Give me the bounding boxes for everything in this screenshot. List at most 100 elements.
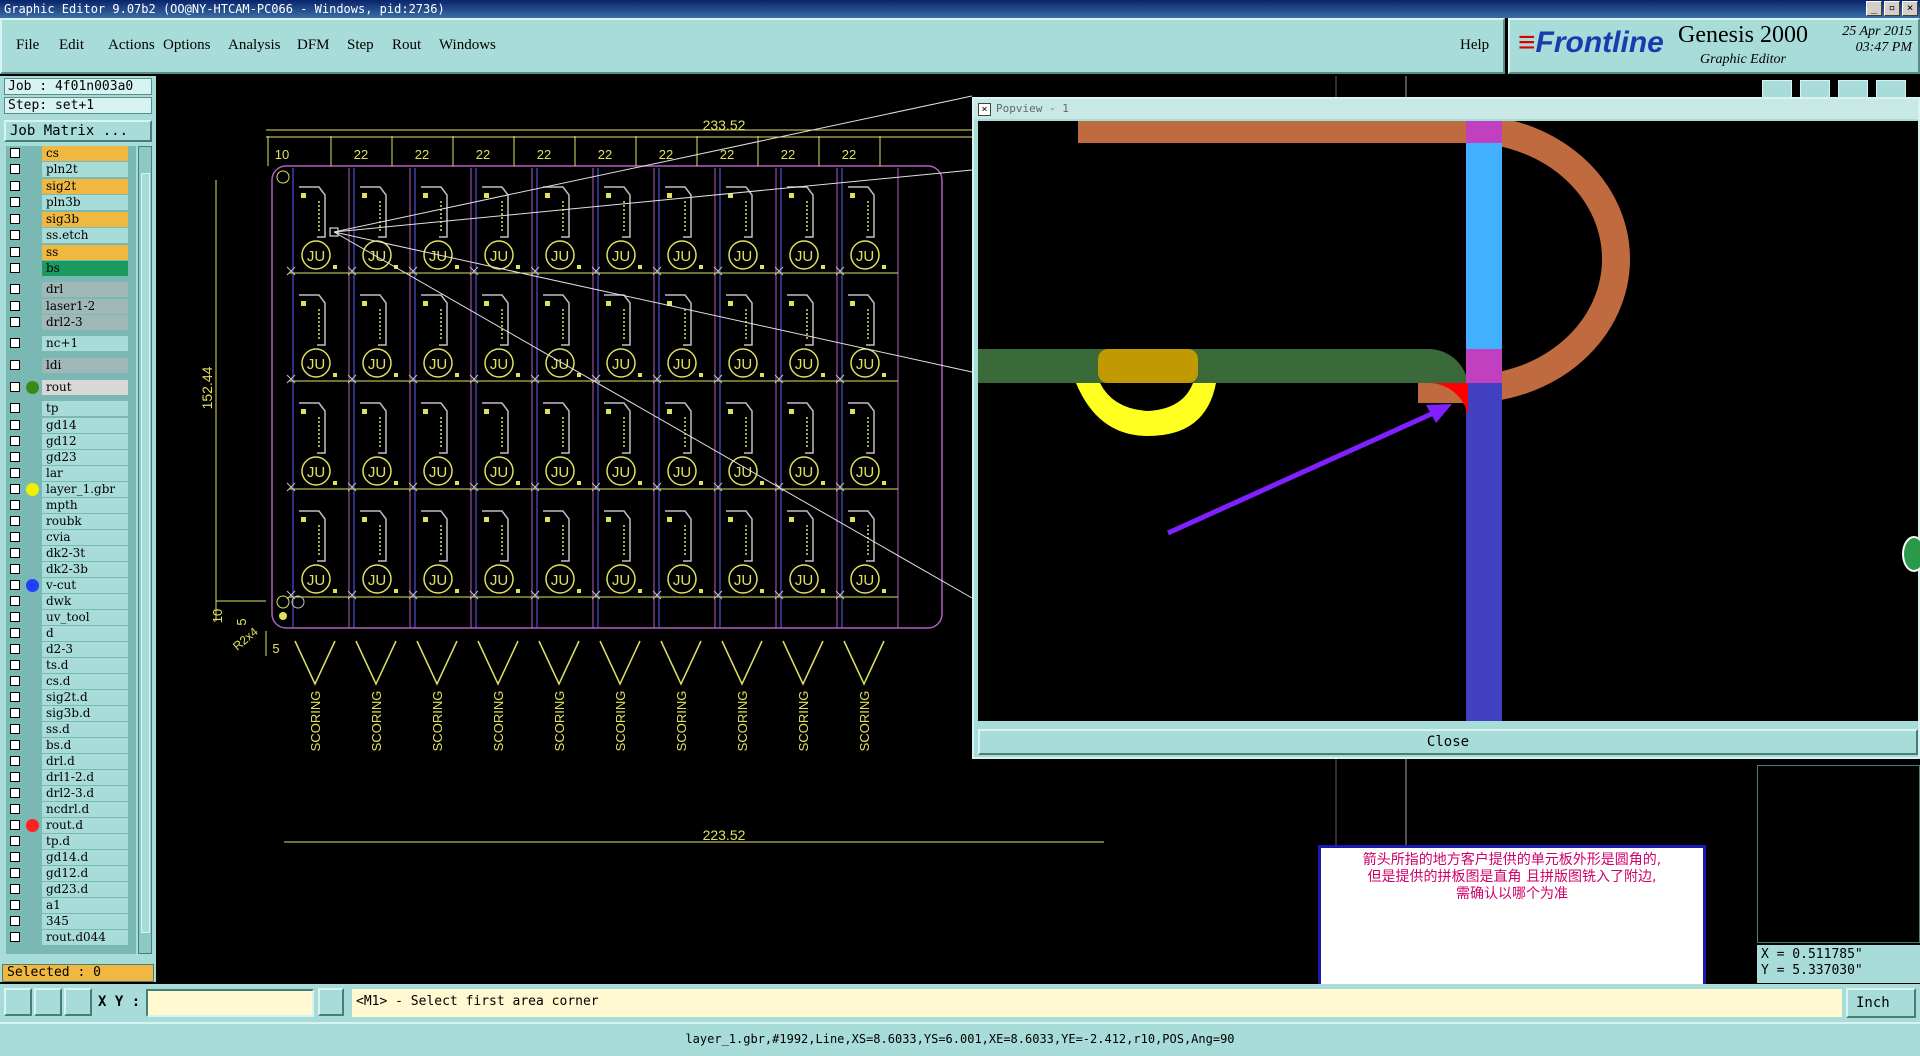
layer-row[interactable]: rout.d044 — [6, 930, 136, 945]
layer-row[interactable]: pln3b — [6, 195, 136, 210]
layer-row[interactable]: ss.d — [6, 722, 136, 737]
menu-windows[interactable]: Windows — [439, 37, 496, 54]
layer-row[interactable]: drl — [6, 282, 136, 297]
layer-checkbox[interactable] — [10, 596, 20, 606]
layer-row[interactable]: layer_1.gbr — [6, 482, 136, 497]
popview-canvas[interactable] — [978, 121, 1918, 721]
layer-row[interactable]: v-cut — [6, 578, 136, 593]
layer-row[interactable]: gd23 — [6, 450, 136, 465]
layer-checkbox[interactable] — [10, 247, 20, 257]
layer-row[interactable]: bs — [6, 261, 136, 276]
menu-analysis[interactable]: Analysis — [228, 37, 281, 54]
info-icon[interactable] — [318, 988, 344, 1016]
layer-row[interactable]: sig2t.d — [6, 690, 136, 705]
layer-row[interactable]: gd12.d — [6, 866, 136, 881]
layer-checkbox[interactable] — [10, 197, 20, 207]
layer-checkbox[interactable] — [10, 932, 20, 942]
layer-checkbox[interactable] — [10, 852, 20, 862]
layer-checkbox[interactable] — [10, 692, 20, 702]
layer-checkbox[interactable] — [10, 360, 20, 370]
layer-checkbox[interactable] — [10, 772, 20, 782]
layer-checkbox[interactable] — [10, 403, 20, 413]
layer-checkbox[interactable] — [10, 484, 20, 494]
layer-checkbox[interactable] — [10, 382, 20, 392]
menu-help[interactable]: Help — [1460, 37, 1489, 54]
layer-row[interactable]: bs.d — [6, 738, 136, 753]
layer-row[interactable]: a1 — [6, 898, 136, 913]
snap-tool-icon[interactable] — [64, 988, 92, 1016]
layer-checkbox[interactable] — [10, 317, 20, 327]
layer-row[interactable]: ldi — [6, 358, 136, 373]
layer-row[interactable]: cs — [6, 146, 136, 161]
layer-checkbox[interactable] — [10, 836, 20, 846]
layer-checkbox[interactable] — [10, 820, 20, 830]
layer-checkbox[interactable] — [10, 338, 20, 348]
layer-row[interactable]: drl2-3 — [6, 315, 136, 330]
layer-checkbox[interactable] — [10, 263, 20, 273]
units-selector[interactable]: Inch — [1846, 988, 1916, 1018]
layer-checkbox[interactable] — [10, 284, 20, 294]
layer-checkbox[interactable] — [10, 708, 20, 718]
layer-checkbox[interactable] — [10, 660, 20, 670]
view-tool-2[interactable] — [1800, 80, 1830, 98]
layer-row[interactable]: dwk — [6, 594, 136, 609]
layer-row[interactable]: gd12 — [6, 434, 136, 449]
layer-checkbox[interactable] — [10, 548, 20, 558]
layer-checkbox[interactable] — [10, 644, 20, 654]
layer-row[interactable]: gd14 — [6, 418, 136, 433]
popview-close-icon[interactable]: × — [978, 103, 991, 116]
layer-row[interactable]: ss.etch — [6, 228, 136, 243]
layer-row[interactable]: mpth — [6, 498, 136, 513]
menu-file[interactable]: File — [16, 37, 39, 54]
layer-row[interactable]: sig2t — [6, 179, 136, 194]
layer-checkbox[interactable] — [10, 628, 20, 638]
layer-row[interactable]: 345 — [6, 914, 136, 929]
view-tool-3[interactable] — [1838, 80, 1868, 98]
view-tool-1[interactable] — [1762, 80, 1792, 98]
layer-row[interactable]: drl.d — [6, 754, 136, 769]
layer-checkbox[interactable] — [10, 788, 20, 798]
layer-checkbox[interactable] — [10, 452, 20, 462]
minimize-button[interactable]: _ — [1866, 1, 1882, 16]
layer-row[interactable]: uv_tool — [6, 610, 136, 625]
menu-edit[interactable]: Edit — [59, 37, 84, 54]
menu-actions[interactable]: Actions — [108, 37, 155, 54]
layer-row[interactable]: dk2-3b — [6, 562, 136, 577]
layer-row[interactable]: gd14.d — [6, 850, 136, 865]
layer-checkbox[interactable] — [10, 532, 20, 542]
layer-list-scrollbar[interactable] — [138, 146, 152, 954]
layer-row[interactable]: dk2-3t — [6, 546, 136, 561]
zoom-tool-icon[interactable] — [4, 988, 32, 1016]
menu-step[interactable]: Step — [347, 37, 374, 54]
menu-options[interactable]: Options — [163, 37, 211, 54]
layer-checkbox[interactable] — [10, 564, 20, 574]
layer-row[interactable]: laser1-2 — [6, 299, 136, 314]
menu-rout[interactable]: Rout — [392, 37, 421, 54]
layer-checkbox[interactable] — [10, 900, 20, 910]
layer-row[interactable]: drl2-3.d — [6, 786, 136, 801]
layer-row[interactable]: d2-3 — [6, 642, 136, 657]
layer-row[interactable]: ncdrl.d — [6, 802, 136, 817]
layer-row[interactable]: cs.d — [6, 674, 136, 689]
layer-checkbox[interactable] — [10, 301, 20, 311]
layer-checkbox[interactable] — [10, 884, 20, 894]
scroll-thumb[interactable] — [141, 173, 150, 933]
layer-row[interactable]: roubk — [6, 514, 136, 529]
layer-checkbox[interactable] — [10, 468, 20, 478]
layer-checkbox[interactable] — [10, 230, 20, 240]
layer-row[interactable]: d — [6, 626, 136, 641]
layer-row[interactable]: cvia — [6, 530, 136, 545]
layer-row[interactable]: gd23.d — [6, 882, 136, 897]
close-window-button[interactable]: × — [1902, 1, 1918, 16]
xy-input[interactable] — [146, 989, 314, 1017]
layer-checkbox[interactable] — [10, 756, 20, 766]
layer-checkbox[interactable] — [10, 500, 20, 510]
layer-checkbox[interactable] — [10, 612, 20, 622]
layer-row[interactable]: tp — [6, 401, 136, 416]
maximize-button[interactable]: ▫ — [1884, 1, 1900, 16]
job-matrix-button[interactable]: Job Matrix ... — [4, 120, 152, 142]
layer-row[interactable]: pln2t — [6, 162, 136, 177]
popview-close-button[interactable]: Close — [978, 729, 1918, 755]
layer-checkbox[interactable] — [10, 804, 20, 814]
layer-row[interactable]: sig3b.d — [6, 706, 136, 721]
